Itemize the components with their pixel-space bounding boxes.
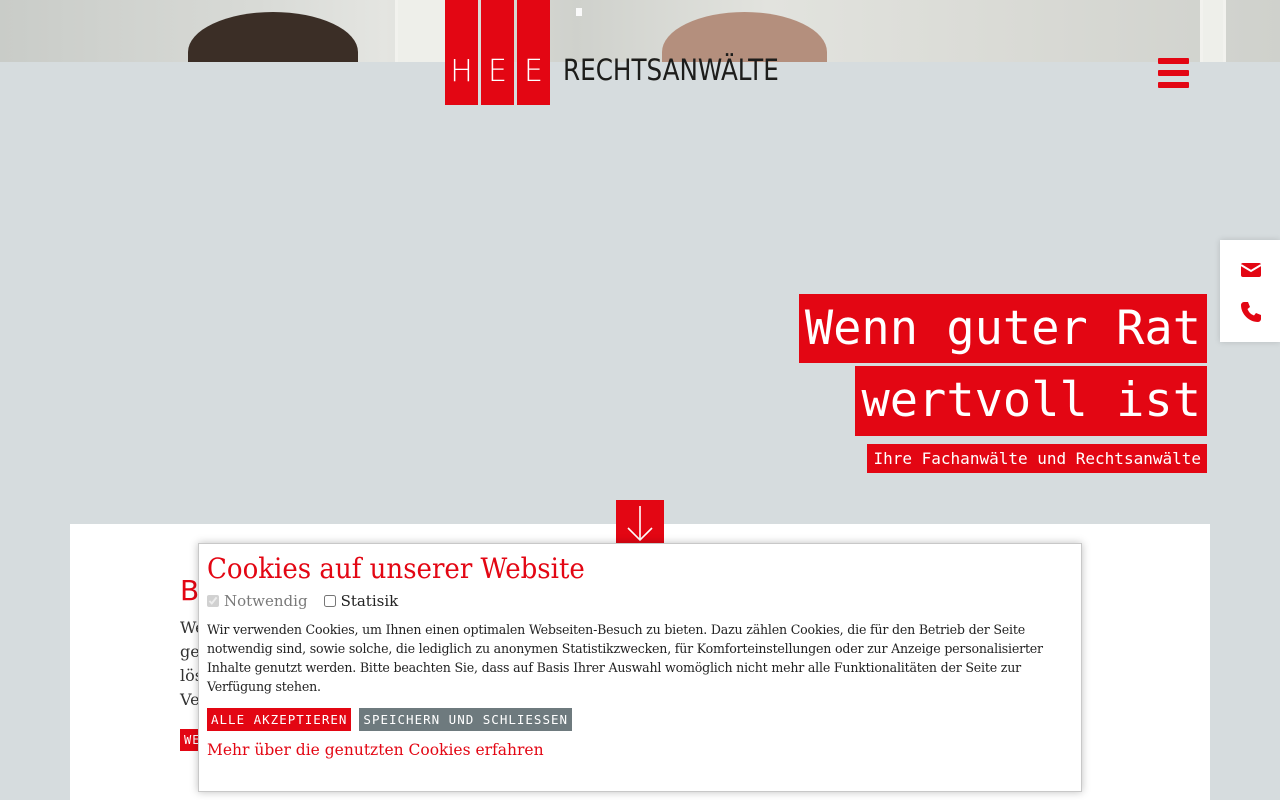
cookie-banner-text: Wir verwenden Cookies, um Ihnen einen op… [207, 622, 1043, 694]
intro-text-line: ge [180, 642, 200, 661]
statistics-checkbox[interactable] [323, 595, 336, 607]
person-head-left [188, 12, 358, 62]
side-contact-panel [1220, 240, 1280, 342]
hero-headline-line2: wertvoll ist [855, 366, 1207, 436]
envelope-icon[interactable] [1239, 258, 1263, 282]
hamburger-menu-icon[interactable] [1158, 58, 1189, 88]
intro-text-line: Ve [180, 690, 200, 709]
logo-text: RECHTSANWÄLTE [563, 53, 779, 87]
hero-headline-line1: Wenn guter Rat [798, 294, 1207, 363]
hero-subline: Ihre Fachanwälte und Rechtsanwälte [867, 444, 1207, 473]
necessary-label: Notwendig [224, 592, 308, 610]
arrow-down-icon[interactable] [616, 500, 664, 546]
cookie-banner: Cookies auf unserer Website Notwendig St… [198, 543, 1082, 792]
statistics-label[interactable]: Statisik [341, 592, 399, 610]
save-and-close-button[interactable]: SPEICHERN UND SCHLIESSEN [359, 708, 573, 731]
cookie-banner-title: Cookies auf unserer Website [207, 552, 585, 585]
logo-letter-e2: E [517, 0, 550, 105]
phone-icon[interactable] [1239, 300, 1263, 324]
cookie-option-necessary: Notwendig [207, 592, 308, 610]
logo-letter-e1: E [481, 0, 514, 105]
cookie-option-statistics[interactable]: Statisik [323, 592, 399, 610]
cookie-info-link[interactable]: Mehr über die genutzten Cookies erfahren [207, 741, 1073, 759]
section-heading: B [180, 574, 200, 607]
site-logo[interactable]: H E E RECHTSANWÄLTE [445, 0, 817, 105]
cookie-options: Notwendig Statisik [207, 592, 1073, 610]
accept-all-button[interactable]: ALLE AKZEPTIEREN [207, 708, 352, 731]
logo-letter-h: H [445, 0, 478, 105]
necessary-checkbox [207, 595, 219, 607]
